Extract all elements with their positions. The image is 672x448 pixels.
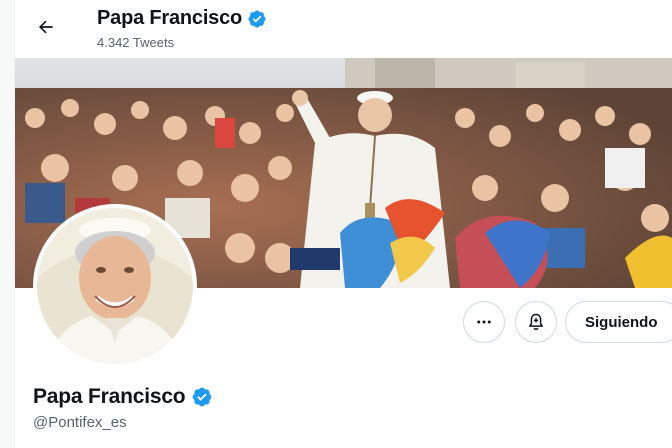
following-button[interactable]: Siguiendo bbox=[565, 301, 672, 343]
left-edge bbox=[0, 0, 15, 448]
avatar-frame[interactable] bbox=[33, 204, 197, 368]
verified-badge-icon bbox=[248, 9, 266, 28]
more-button[interactable] bbox=[463, 301, 505, 343]
verified-badge-icon bbox=[193, 387, 212, 407]
back-button[interactable] bbox=[31, 12, 61, 42]
bell-plus-icon bbox=[529, 313, 543, 331]
profile-handle: @Pontifex_es bbox=[33, 414, 127, 431]
notifications-button[interactable] bbox=[515, 301, 557, 343]
profile-photo bbox=[37, 208, 193, 364]
profile-header: Papa Francisco 4.342 Tweets bbox=[15, 0, 672, 58]
profile-name-row: Papa Francisco bbox=[33, 385, 213, 409]
arrow-left-icon bbox=[39, 20, 53, 34]
more-dots-icon bbox=[477, 320, 491, 324]
tweet-count: 4.342 Tweets bbox=[97, 35, 175, 50]
avatar bbox=[37, 208, 193, 364]
header-name: Papa Francisco bbox=[97, 7, 243, 29]
profile-name: Papa Francisco bbox=[33, 385, 186, 408]
header-title: Papa Francisco bbox=[97, 7, 267, 30]
